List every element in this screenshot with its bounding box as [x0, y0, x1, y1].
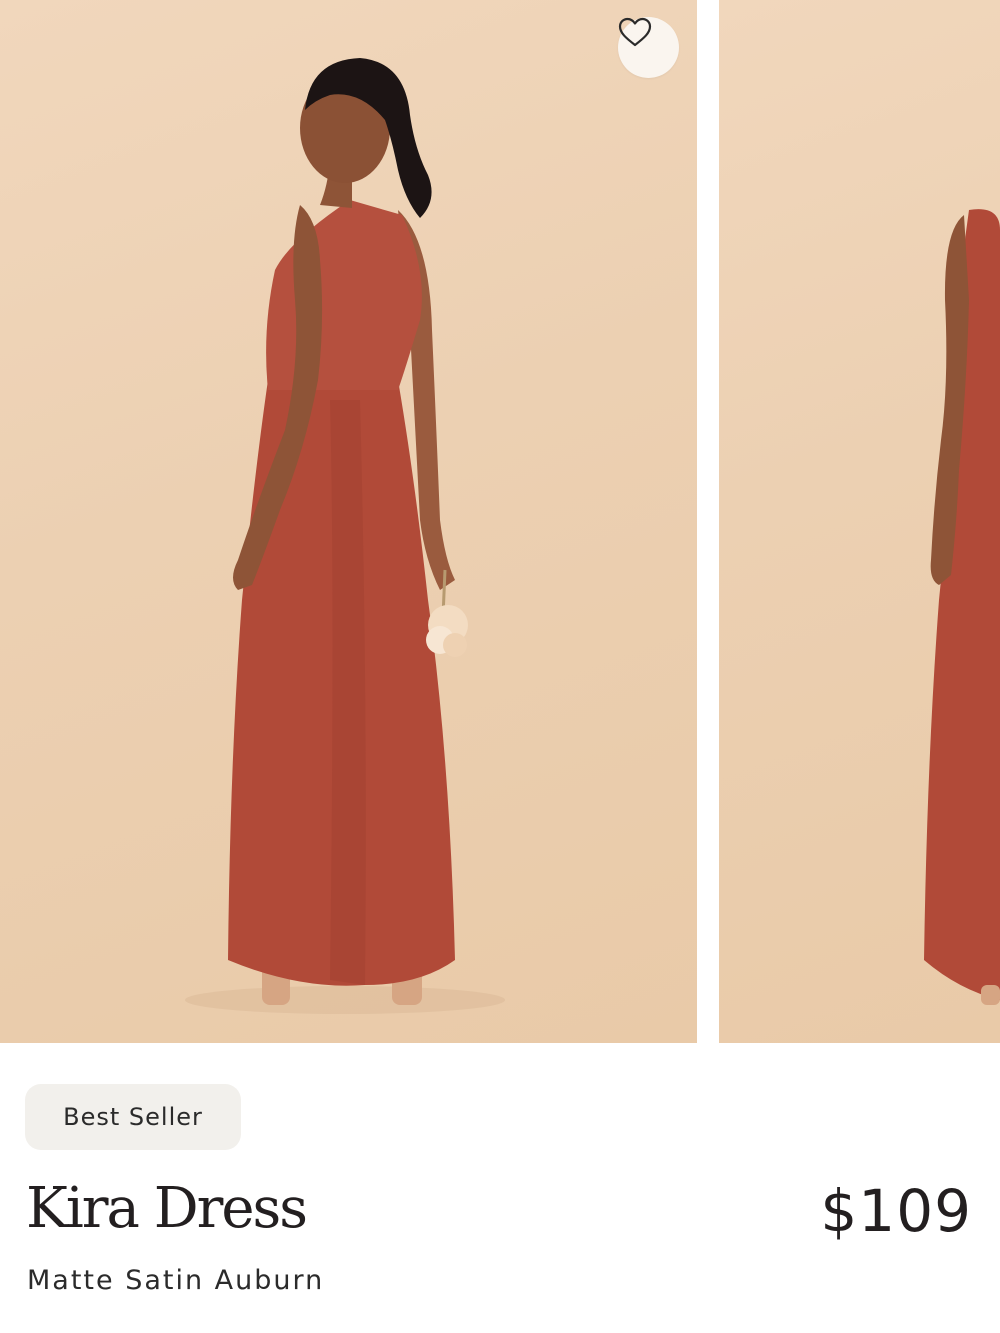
product-photo-main[interactable] [0, 0, 697, 1043]
product-image-carousel[interactable] [0, 0, 1000, 1043]
product-variant: Matte Satin Auburn [27, 1265, 325, 1296]
product-price: $109 [820, 1177, 972, 1245]
favorite-button[interactable] [618, 17, 679, 78]
product-name[interactable]: Kira Dress [26, 1178, 308, 1240]
best-seller-badge: Best Seller [25, 1084, 241, 1150]
model-illustration [185, 58, 505, 1014]
product-photo-next[interactable] [719, 0, 1000, 1043]
model-illustration-side [924, 209, 1000, 1005]
